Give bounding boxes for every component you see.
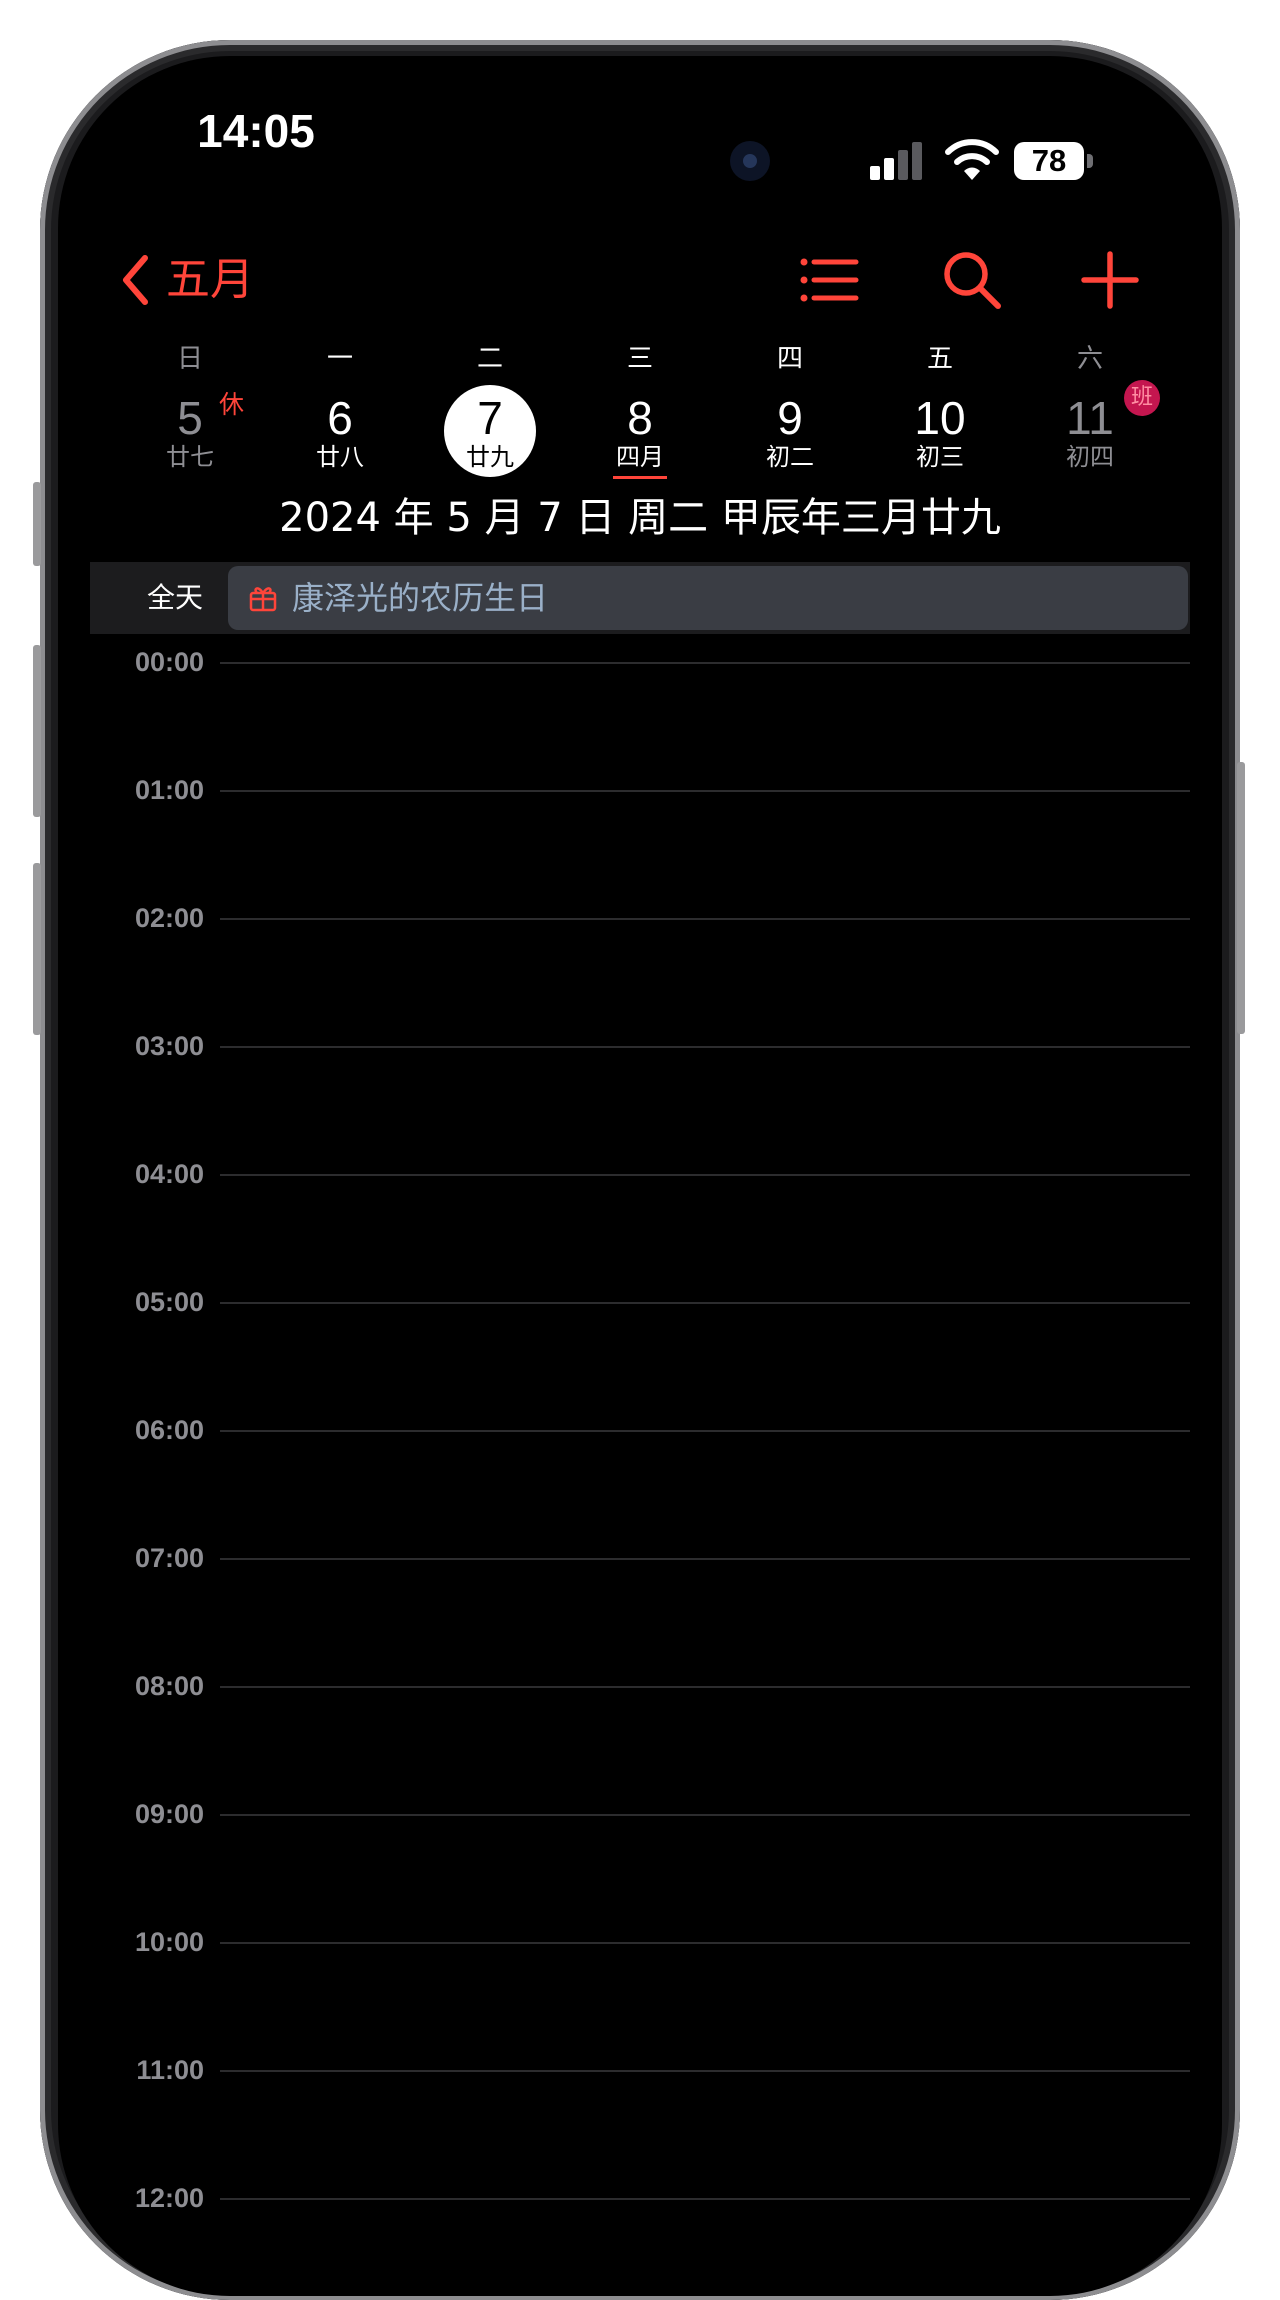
hour-line xyxy=(220,1942,1190,1944)
weekday-mon: 一 xyxy=(326,344,353,374)
hour-line xyxy=(220,1046,1190,1048)
hour-label: 02:00 xyxy=(134,903,204,933)
weekday-thu: 四 xyxy=(776,344,803,374)
hour-row[interactable]: 02:00 xyxy=(90,903,1190,1046)
hour-line xyxy=(220,1686,1190,1688)
add-event-icon[interactable] xyxy=(1078,248,1142,312)
front-camera xyxy=(730,141,770,181)
status-time: 14:05 xyxy=(197,105,315,157)
hour-line xyxy=(220,662,1190,664)
lunar-date-9: 初二 xyxy=(766,443,814,471)
workday-badge: 班 xyxy=(1124,380,1160,416)
back-label: 五月 xyxy=(166,254,254,305)
hour-label: 00:00 xyxy=(134,647,204,677)
lunar-date-7: 廿九 xyxy=(466,443,514,471)
hour-row[interactable]: 04:00 xyxy=(90,1159,1190,1302)
hour-label: 11:00 xyxy=(136,2055,204,2085)
search-icon[interactable] xyxy=(940,248,1004,312)
weekday-tue: 二 xyxy=(476,344,503,374)
chevron-left-icon xyxy=(123,255,148,305)
hour-label: 06:00 xyxy=(134,1415,204,1445)
hour-line xyxy=(220,790,1190,792)
mute-switch xyxy=(33,482,41,566)
volume-up-button xyxy=(33,645,41,817)
hour-label: 12:00 xyxy=(134,2183,204,2213)
hour-row[interactable]: 09:00 xyxy=(90,1799,1190,1942)
power-button xyxy=(1237,762,1245,1034)
hour-label: 01:00 xyxy=(134,775,204,805)
day-8[interactable]: 8 xyxy=(580,390,700,446)
day-7-selected[interactable]: 7 xyxy=(430,390,550,446)
hour-row[interactable]: 12:00 xyxy=(90,2183,1190,2227)
lunar-date-11: 初四 xyxy=(1066,443,1114,471)
hour-row[interactable]: 05:00 xyxy=(90,1287,1190,1430)
hour-label: 09:00 xyxy=(134,1799,204,1829)
lunar-date-10: 初三 xyxy=(916,443,964,471)
hour-label: 04:00 xyxy=(134,1159,204,1189)
hour-row[interactable]: 08:00 xyxy=(90,1671,1190,1814)
weekday-sun: 日 xyxy=(176,344,203,374)
hour-line xyxy=(220,1302,1190,1304)
hour-label: 05:00 xyxy=(134,1287,204,1317)
hour-label: 10:00 xyxy=(134,1927,204,1957)
wifi-icon xyxy=(945,139,999,180)
weekday-sat: 六 xyxy=(1076,344,1103,374)
lunar-date-5: 廿七 xyxy=(166,443,214,471)
hour-row[interactable]: 06:00 xyxy=(90,1415,1190,1558)
battery-level: 78 xyxy=(1014,142,1084,180)
hour-line xyxy=(220,2070,1190,2072)
volume-down-button xyxy=(33,863,41,1035)
weekday-wed: 三 xyxy=(626,344,653,374)
hour-label: 03:00 xyxy=(134,1031,204,1061)
event-title: 康泽光的农历生日 xyxy=(292,579,549,617)
weekday-fri: 五 xyxy=(926,344,953,374)
hour-line xyxy=(220,1174,1190,1176)
hour-label: 08:00 xyxy=(134,1671,204,1701)
list-view-icon[interactable] xyxy=(796,248,860,312)
hour-line xyxy=(220,1814,1190,1816)
day-6[interactable]: 6 xyxy=(280,390,400,446)
holiday-rest-tag: 休 xyxy=(219,390,245,419)
back-to-month-button[interactable]: 五月 xyxy=(120,250,254,310)
hour-line xyxy=(220,2198,1190,2200)
day-10[interactable]: 10 xyxy=(880,390,1000,446)
hour-line xyxy=(220,1430,1190,1432)
selected-date-title: 2024 年 5 月 7 日 周二 甲辰年三月廿九 xyxy=(279,495,1001,541)
all-day-event[interactable]: 康泽光的农历生日 xyxy=(228,566,1188,630)
day-9[interactable]: 9 xyxy=(730,390,850,446)
battery-indicator: 78 xyxy=(1014,142,1094,180)
hour-row[interactable]: 03:00 xyxy=(90,1031,1190,1174)
hour-row[interactable]: 07:00 xyxy=(90,1543,1190,1686)
hour-row[interactable]: 10:00 xyxy=(90,1927,1190,2070)
new-month-underline xyxy=(613,476,667,479)
lunar-date-6: 廿八 xyxy=(316,443,364,471)
hour-label: 07:00 xyxy=(134,1543,204,1573)
hour-line xyxy=(220,918,1190,920)
hour-row[interactable]: 00:00 xyxy=(90,647,1190,790)
cellular-signal-icon xyxy=(870,140,930,180)
hour-row[interactable]: 01:00 xyxy=(90,775,1190,918)
gift-icon xyxy=(249,587,277,612)
lunar-date-8: 四月 xyxy=(616,443,664,471)
hour-line xyxy=(220,1558,1190,1560)
all-day-row: 全天 康泽光的农历生日 xyxy=(90,562,1190,634)
hour-row[interactable]: 11:00 xyxy=(90,2055,1190,2198)
